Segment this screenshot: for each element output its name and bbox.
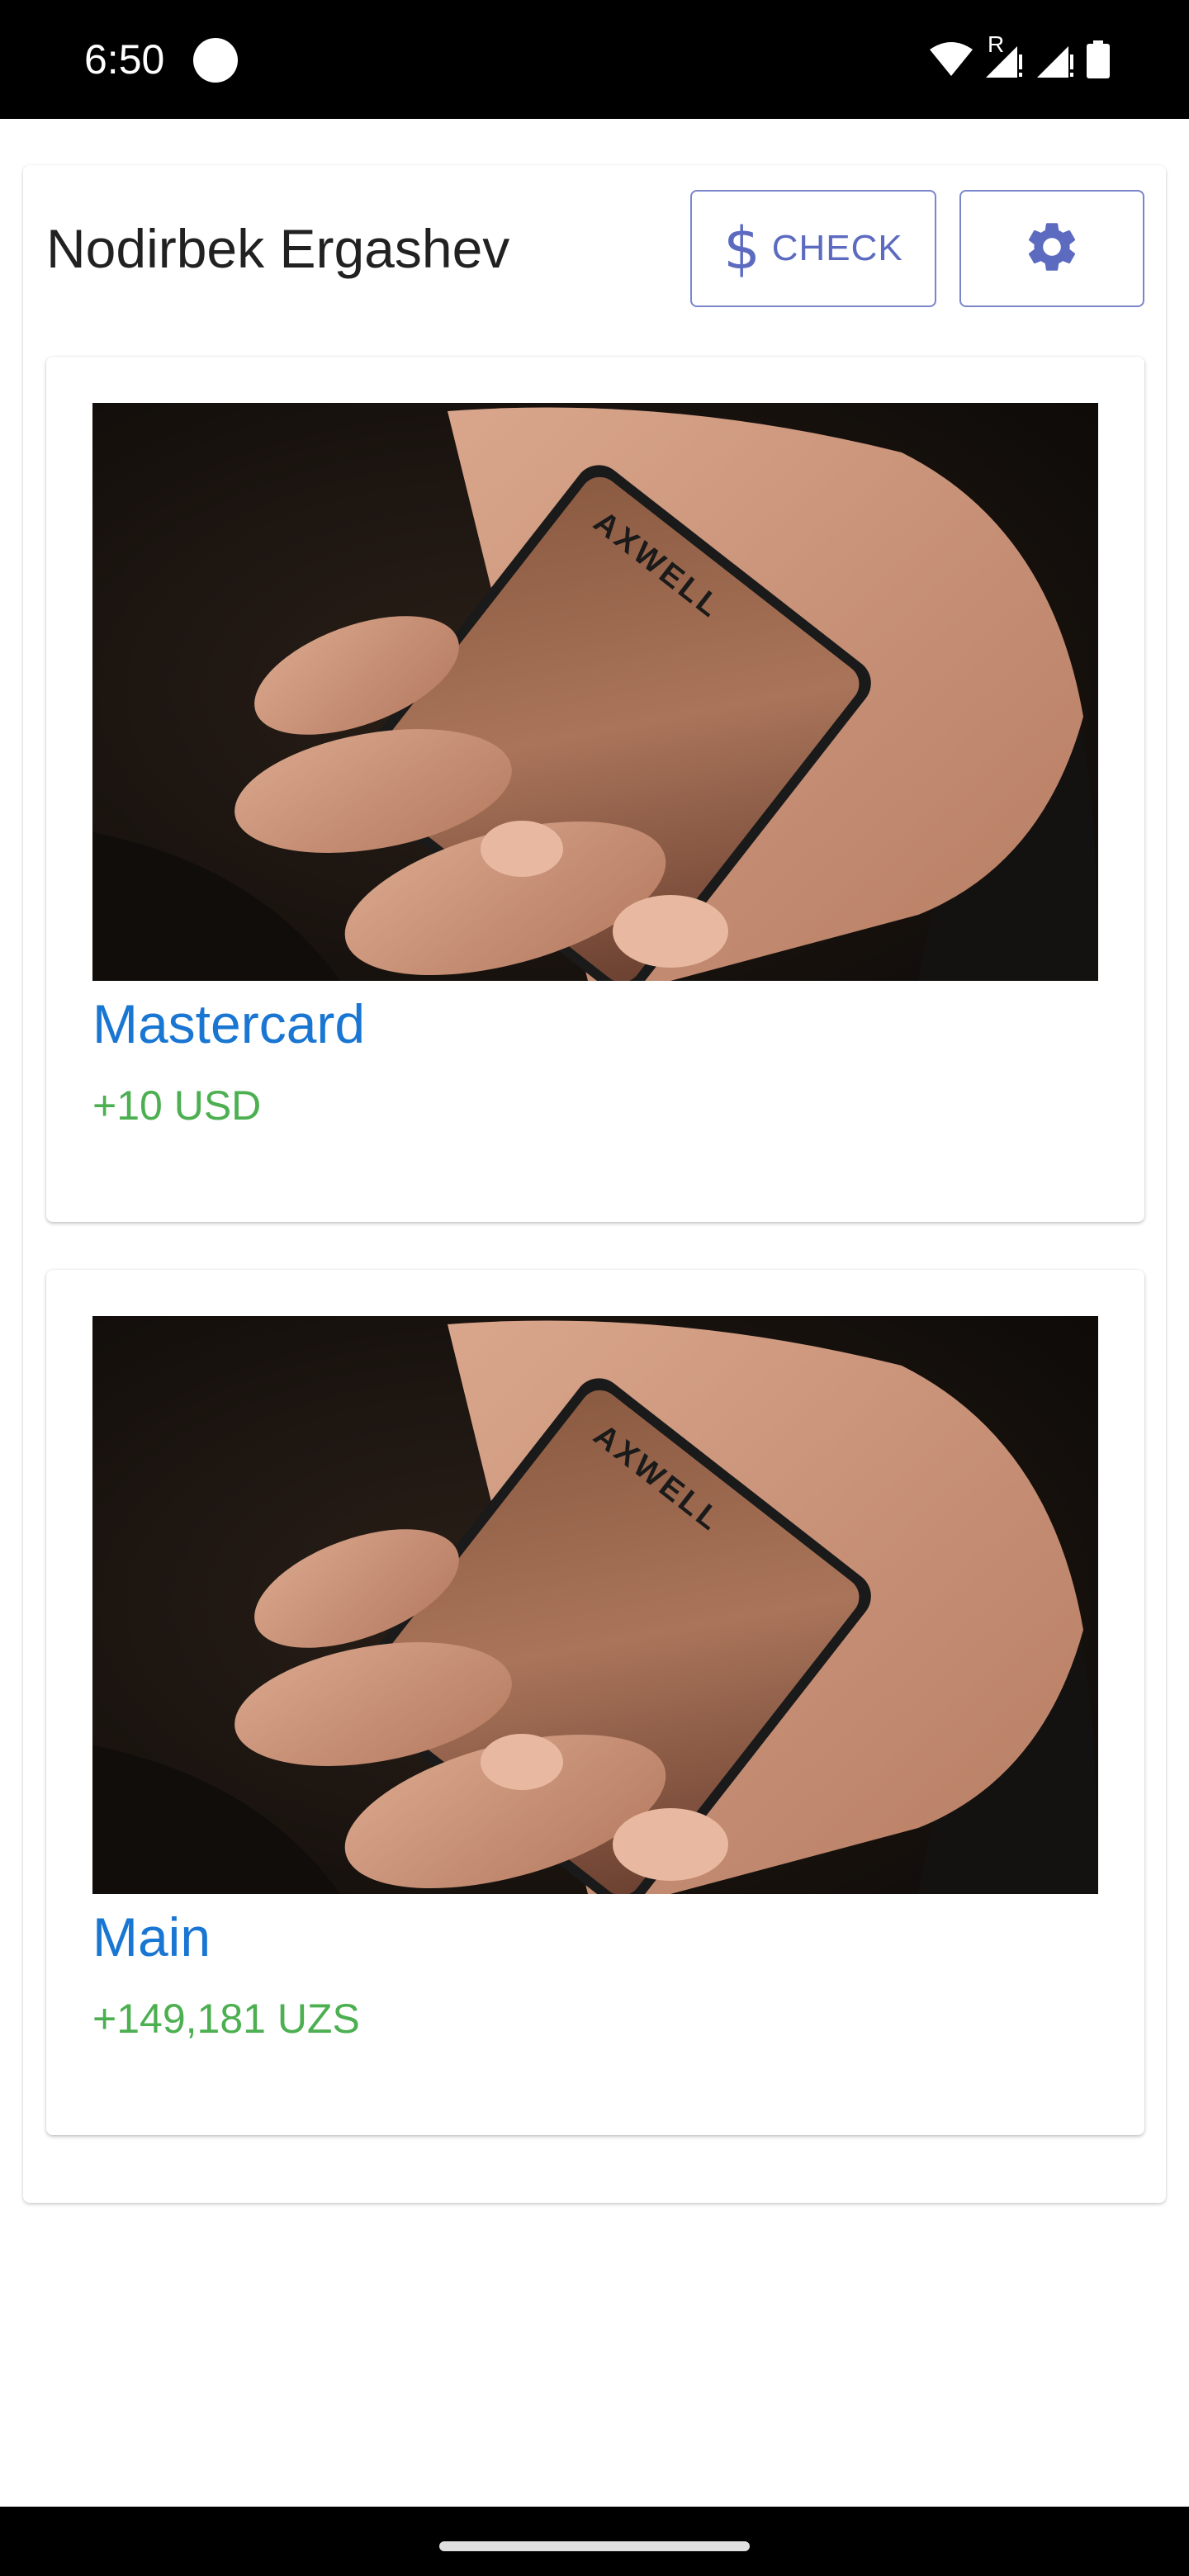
wifi-icon [930, 41, 973, 78]
account-balance: +10 USD [92, 1082, 262, 1129]
settings-button[interactable] [959, 190, 1144, 307]
user-name: Nodirbek Ergashev [46, 218, 510, 279]
roaming-label: R [988, 31, 1005, 57]
battery-icon [1087, 40, 1110, 78]
signal-roaming-icon: R [984, 31, 1024, 79]
account-name: Main [92, 1906, 211, 1968]
account-card-image: AXWELL [92, 1316, 1098, 1894]
circle-notification-icon [193, 38, 238, 83]
account-name: Mastercard [92, 993, 366, 1054]
status-bar: 6:50 R [0, 0, 1189, 119]
account-balance: +149,181 UZS [92, 1996, 360, 2042]
dollar-icon: $ [723, 215, 760, 282]
check-button-label: CHECK [771, 228, 903, 268]
status-time: 6:50 [84, 36, 165, 83]
signal-icon [1035, 40, 1075, 79]
status-icons: R [930, 31, 1110, 86]
account-card[interactable]: AXWELL Mastercard +10 USD [46, 357, 1144, 1222]
account-card-image: AXWELL [92, 403, 1098, 981]
gear-icon [1022, 217, 1082, 281]
home-indicator[interactable] [439, 2541, 750, 2551]
account-card[interactable]: AXWELL Main +149,181 UZS [46, 1270, 1144, 2135]
check-button[interactable]: $ CHECK [690, 190, 936, 307]
